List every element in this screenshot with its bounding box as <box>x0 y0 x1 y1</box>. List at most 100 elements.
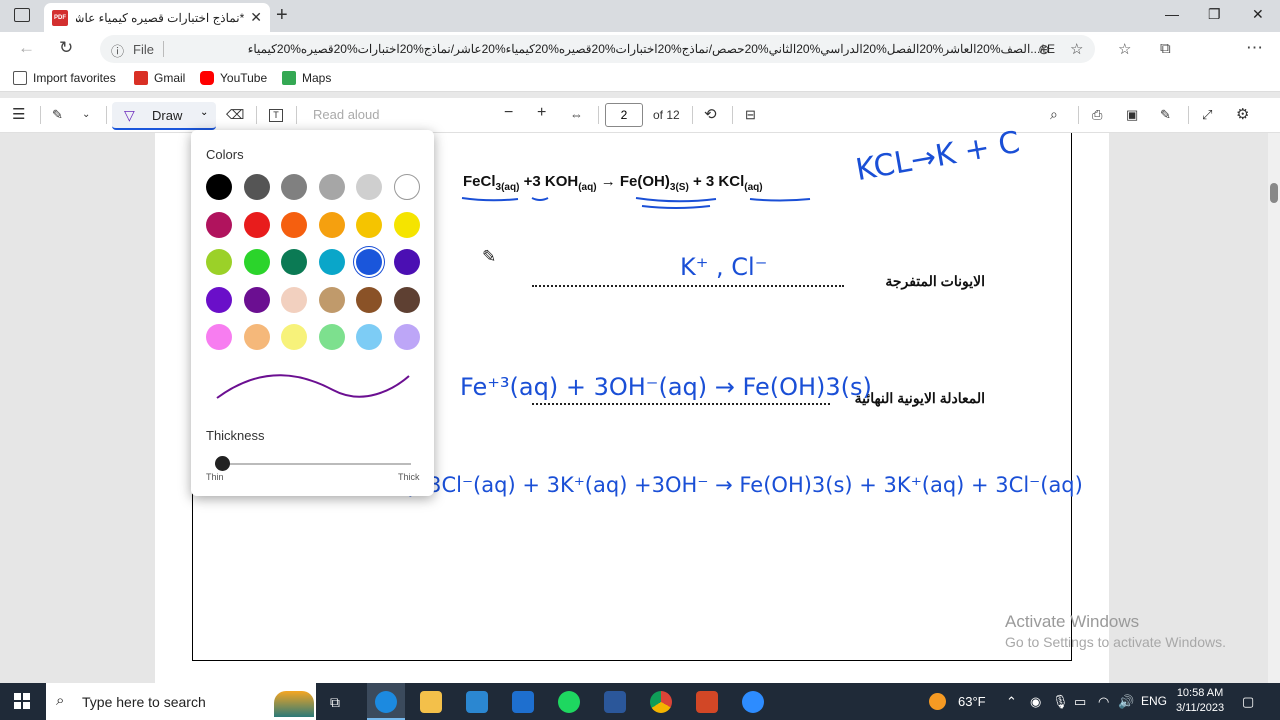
notifications-icon[interactable]: ▢ <box>1242 694 1254 710</box>
zoom-in-icon[interactable]: + <box>537 104 546 122</box>
color-swatch[interactable] <box>318 174 345 200</box>
page-view-icon[interactable]: ⊟ <box>745 107 756 123</box>
address-bar[interactable]: ⓘ File E:/...الصف%20العاشر%20الفصل%20الد… <box>100 35 1095 63</box>
settings-gear-icon[interactable]: ⚙ <box>1236 105 1249 123</box>
clock[interactable]: 10:58 AM 3/11/2023 <box>1176 686 1224 716</box>
taskbar-search[interactable]: ⌕ Type here to search <box>46 683 316 720</box>
save-as-icon[interactable]: ✎ <box>1160 107 1171 123</box>
print-icon[interactable]: ⎙ <box>1092 107 1102 123</box>
favorites-icon[interactable]: ☆ <box>1118 40 1131 58</box>
color-swatch[interactable] <box>243 174 270 200</box>
favorite-youtube[interactable]: YouTube <box>200 71 267 85</box>
spotify-icon[interactable] <box>558 691 580 713</box>
collections-icon[interactable]: ⧉ <box>1160 40 1171 57</box>
color-swatch[interactable] <box>356 211 382 238</box>
minimize-icon[interactable]: — <box>1165 6 1179 22</box>
favorite-label: Gmail <box>154 71 186 85</box>
color-swatch[interactable] <box>393 286 420 313</box>
close-tab-icon[interactable]: ✕ <box>250 9 262 26</box>
more-icon[interactable]: ⋯ <box>1246 38 1263 58</box>
windows-start-icon[interactable] <box>14 693 30 709</box>
color-swatch[interactable] <box>318 286 345 313</box>
color-swatch[interactable] <box>318 324 345 350</box>
file-explorer-icon[interactable] <box>420 691 442 713</box>
mail-icon[interactable] <box>512 691 534 713</box>
color-swatch[interactable] <box>393 324 420 350</box>
color-swatch[interactable] <box>243 286 270 313</box>
color-swatch[interactable] <box>243 249 270 275</box>
fit-width-icon[interactable]: ⇔ <box>570 107 583 122</box>
page-number-input[interactable]: 2 <box>605 103 643 127</box>
color-swatch[interactable] <box>206 211 232 238</box>
favorite-gmail[interactable]: Gmail <box>134 71 185 85</box>
draw-button[interactable]: ▽ Draw ⌄ <box>112 102 216 130</box>
task-view-icon[interactable]: ⧉ <box>330 694 340 711</box>
color-swatch[interactable] <box>281 324 307 350</box>
chrome-icon[interactable] <box>650 691 672 713</box>
color-swatch[interactable] <box>281 174 307 200</box>
color-swatch[interactable] <box>206 249 232 275</box>
zoom-icon[interactable] <box>742 691 764 713</box>
add-favorite-icon[interactable]: ☆ <box>1070 40 1083 58</box>
color-swatch[interactable] <box>356 249 382 275</box>
color-swatch[interactable] <box>281 211 307 238</box>
read-aloud-button[interactable]: Read aloud <box>313 107 380 122</box>
save-icon[interactable]: ▣ <box>1126 107 1138 123</box>
color-swatch[interactable] <box>356 324 382 350</box>
browser-tab[interactable]: PDF *نماذج اختبارات قصيره كيمياء عاشر ✕ <box>44 3 270 32</box>
color-swatch[interactable] <box>243 324 270 350</box>
color-swatch[interactable] <box>318 249 345 275</box>
color-swatch[interactable] <box>393 249 420 275</box>
color-swatch[interactable] <box>281 249 307 275</box>
powerpoint-icon[interactable] <box>696 691 718 713</box>
color-swatch[interactable] <box>318 211 345 238</box>
store-icon[interactable] <box>466 691 488 713</box>
fullscreen-icon[interactable]: ⤢ <box>1202 107 1212 123</box>
color-swatch[interactable] <box>356 286 382 313</box>
color-swatch[interactable] <box>243 211 270 238</box>
search-icon[interactable]: ⌕ <box>1050 106 1058 123</box>
refresh-icon[interactable]: ↻ <box>59 38 73 58</box>
zoom-out-icon[interactable]: − <box>504 104 513 122</box>
eraser-icon[interactable]: ⌫ <box>226 107 244 123</box>
divider <box>106 106 107 124</box>
contents-icon[interactable]: ☰ <box>12 105 25 123</box>
favorite-import[interactable]: Import favorites <box>13 71 116 85</box>
chevron-down-icon[interactable]: ⌄ <box>82 109 90 120</box>
color-swatch[interactable] <box>393 174 420 200</box>
highlight-icon[interactable]: ✎ <box>52 107 63 123</box>
rotate-icon[interactable]: ⟲ <box>704 105 717 123</box>
color-swatch[interactable] <box>281 286 307 313</box>
new-tab-icon[interactable]: + <box>276 4 288 27</box>
word-icon[interactable] <box>604 691 626 713</box>
weather-temperature[interactable]: 63°F <box>958 694 986 709</box>
language-indicator[interactable]: ENG <box>1141 694 1167 708</box>
color-swatch[interactable] <box>393 211 420 238</box>
back-icon[interactable]: ← <box>18 38 35 58</box>
scrollbar-thumb[interactable] <box>1270 183 1278 203</box>
restore-icon[interactable]: ❐ <box>1208 6 1221 23</box>
close-window-icon[interactable]: ✕ <box>1252 6 1264 23</box>
vertical-scrollbar[interactable] <box>1268 133 1280 683</box>
zoom-icon[interactable]: ⊕ <box>1038 41 1050 58</box>
thickness-slider-track[interactable] <box>215 463 411 465</box>
color-swatch[interactable] <box>206 286 232 313</box>
battery-icon[interactable]: ▭ <box>1074 694 1086 710</box>
edge-icon[interactable] <box>375 691 397 713</box>
chevron-up-icon[interactable]: ⌃ <box>1006 694 1017 710</box>
favorite-maps[interactable]: Maps <box>282 71 331 85</box>
color-swatch[interactable] <box>206 174 232 200</box>
divider <box>296 106 297 124</box>
meet-icon[interactable]: ◉ <box>1030 694 1041 710</box>
text-box-icon[interactable]: T <box>269 109 283 122</box>
pdf-icon: PDF <box>52 9 68 26</box>
color-swatch[interactable] <box>356 174 382 200</box>
info-icon[interactable]: ⓘ <box>111 41 124 60</box>
microphone-icon[interactable]: 🎙 <box>1052 694 1069 710</box>
wifi-icon[interactable]: ◠ <box>1098 694 1109 710</box>
tab-actions-icon[interactable] <box>14 8 30 22</box>
volume-icon[interactable]: 🔊 <box>1118 694 1134 710</box>
thickness-slider-handle[interactable] <box>215 456 230 471</box>
color-swatch[interactable] <box>206 324 232 350</box>
url-text[interactable]: E:/...الصف%20العاشر%20الفصل%20الدراسي%20… <box>175 42 1055 56</box>
